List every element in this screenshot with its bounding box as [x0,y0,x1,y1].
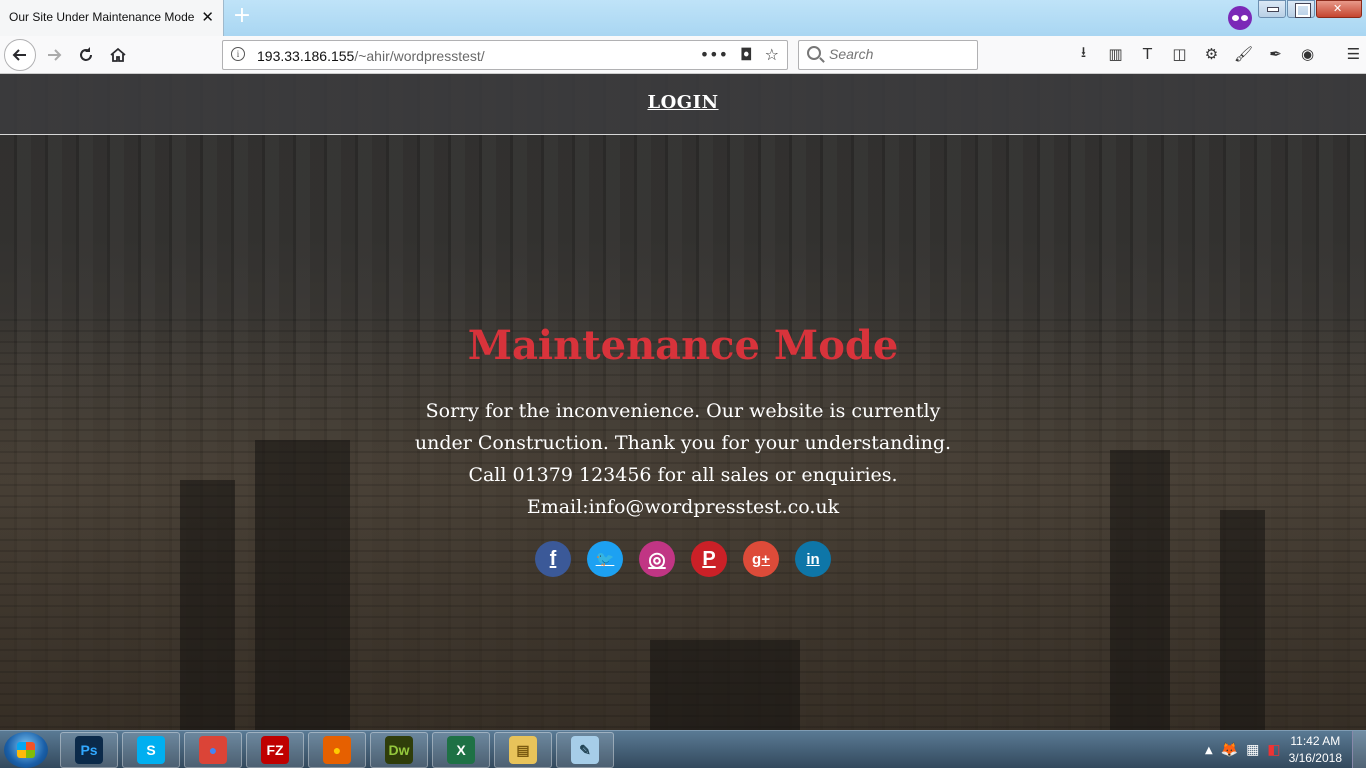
search-bar[interactable] [798,40,978,70]
bookmark-star-icon[interactable]: ☆ [765,45,779,64]
taskbar-item-dreamweaver[interactable]: Dw [370,732,428,768]
dreamweaver-icon: Dw [385,736,413,764]
reload-icon [80,47,92,61]
login-wrapper: LOGIN [0,92,1366,113]
sidebar-icon[interactable]: ◫ [1168,42,1191,66]
url-actions: ••• ◘ ☆ [700,45,779,64]
forward-button[interactable] [40,41,68,69]
search-input[interactable] [829,46,969,62]
building-shape [255,440,350,730]
show-desktop-button[interactable] [1352,731,1366,768]
photoshop-icon: Ps [75,736,103,764]
notepad-icon: ✎ [571,736,599,764]
taskbar-item-skype[interactable]: S [122,732,180,768]
skype-icon: S [137,736,165,764]
linkedin-icon[interactable]: in [795,541,831,577]
home-button[interactable] [104,41,132,69]
forward-arrow-icon [48,49,62,61]
facebook-icon[interactable]: f [535,541,571,577]
start-button[interactable] [4,732,48,768]
building-shape [1220,510,1265,730]
explorer-icon: ▤ [509,736,537,764]
metamask-icon[interactable]: 🦊 [1221,742,1238,758]
eyedropper-icon[interactable]: ✒ [1264,42,1287,66]
taskbar-item-excel[interactable]: X [432,732,490,768]
clock-date: 3/16/2018 [1288,751,1342,765]
network-icon[interactable]: ▦ [1246,742,1259,758]
firefox-icon: ● [323,736,351,764]
pocket-icon[interactable]: ◘ [740,45,753,64]
back-button[interactable] [4,39,36,71]
contact-email: Email:info@wordpresstest.co.uk [526,496,840,518]
volume-muted-icon[interactable]: ◧ [1267,742,1280,758]
taskbar-item-notepad[interactable]: ✎ [556,732,614,768]
tab-maintenance[interactable]: Our Site Under Maintenance Mode ✕ [0,0,224,36]
google-plus-icon[interactable]: g+ [743,541,779,577]
clock-time: 11:42 AM [1290,734,1341,748]
maintenance-content: Maintenance Mode Sorry for the inconveni… [383,322,983,577]
url-bar[interactable]: i 193.33.186.155/~ahir/wordpresstest/ ••… [222,40,788,70]
search-icon [807,46,821,60]
menu-icon[interactable]: ☰ [1342,42,1365,66]
url-path: /~ahir/wordpresstest/ [354,48,485,64]
toolbar-icons: ⭳ ▥ T ◫ ⚙ 🖌 ✒ ◉ ☰ [1072,42,1365,66]
taskbar-item-chrome[interactable]: ● [184,732,242,768]
building-shape [650,640,800,730]
building-shape [1110,450,1170,730]
social-links: f 🐦 ◎ Pg+ in [383,541,983,577]
twitter-icon[interactable]: 🐦 [587,541,623,577]
url-text: 193.33.186.155/~ahir/wordpresstest/ [257,48,485,64]
home-icon [110,47,126,62]
site-info-icon[interactable]: i [231,47,245,61]
instagram-icon[interactable]: ◎ [639,541,675,577]
url-host: 193.33.186.155 [257,48,355,64]
extension-brush-icon[interactable]: 🖌 [1232,42,1255,66]
tab-title: Our Site Under Maintenance Mode [9,10,195,24]
header-bar: LOGIN [0,74,1366,135]
minimize-button[interactable] [1258,0,1286,18]
extension-gear-icon[interactable]: ⚙ [1200,42,1223,66]
maintenance-page: LOGIN Maintenance Mode Sorry for the inc… [0,74,1366,730]
library-icon[interactable]: ▥ [1104,42,1127,66]
system-tray: ▲ 🦊 ▦ ◧ 11:42 AM 3/16/2018 [1205,731,1342,768]
taskbar: Ps S ● FZ ● Dw X ▤ ✎ ▲ 🦊 ▦ ◧ 11:42 AM 3/16/2018 [0,730,1366,768]
new-tab-button[interactable]: + [232,4,252,28]
building-shape [180,480,235,730]
taskbar-item-filezilla[interactable]: FZ [246,732,304,768]
nav-toolbar: i 193.33.186.155/~ahir/wordpresstest/ ••… [0,36,1366,74]
chrome-icon: ● [199,736,227,764]
private-mask-icon [1228,6,1252,30]
pinterest-icon[interactable]: P [691,541,727,577]
filezilla-icon: FZ [261,736,289,764]
clock[interactable]: 11:42 AM 3/16/2018 [1289,733,1342,767]
page-actions-icon[interactable]: ••• [700,45,728,64]
close-window-button[interactable] [1316,0,1362,18]
close-icon[interactable]: ✕ [201,8,214,26]
back-arrow-icon [12,49,26,61]
tab-strip: Our Site Under Maintenance Mode ✕ + [0,0,1366,36]
page-title: Maintenance Mode [467,322,899,369]
text-tool-icon[interactable]: T [1136,42,1159,66]
maximize-button[interactable] [1287,0,1315,18]
taskbar-item-firefox[interactable]: ● [308,732,366,768]
taskbar-item-photoshop[interactable]: Ps [60,732,118,768]
tray-expand-icon[interactable]: ▲ [1205,745,1213,756]
color-picker-icon[interactable]: ◉ [1296,42,1319,66]
excel-icon: X [447,736,475,764]
reload-button[interactable] [72,41,100,69]
login-link[interactable]: LOGIN [647,92,718,113]
download-icon[interactable]: ⭳ [1072,42,1095,66]
window-controls [1257,0,1362,20]
maintenance-message: Sorry for the inconvenience. Our website… [414,400,952,486]
taskbar-item-explorer[interactable]: ▤ [494,732,552,768]
